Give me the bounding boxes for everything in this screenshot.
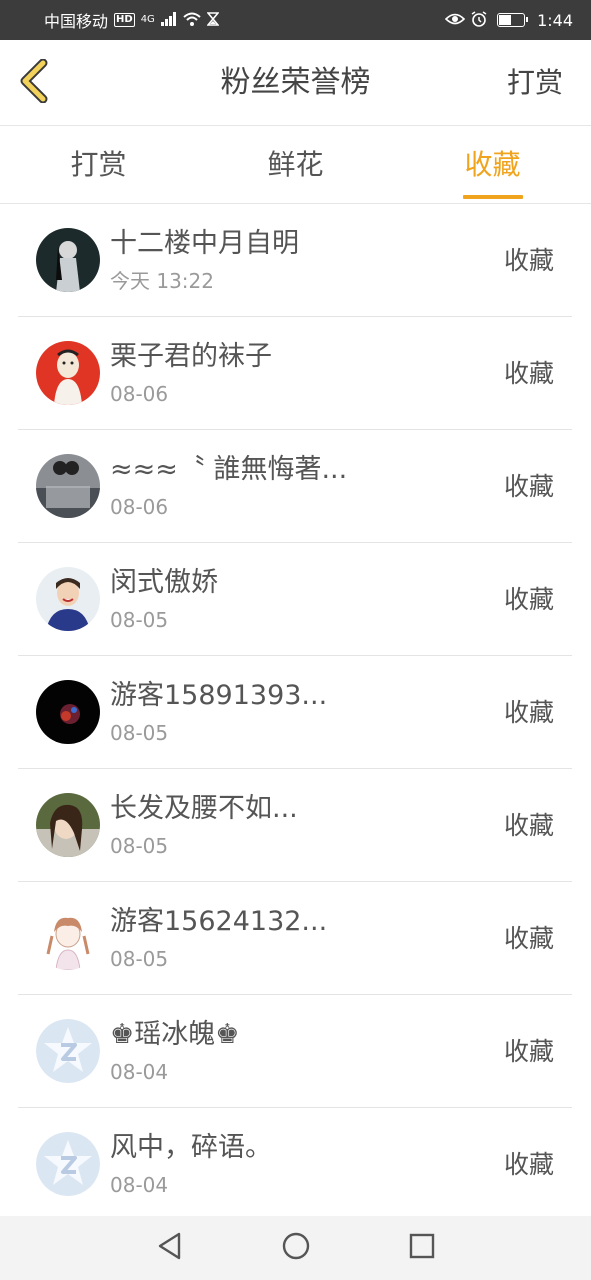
collect-label: 收藏 <box>503 924 554 953</box>
status-bar: 中国移动 HD 4G 1:44 <box>0 0 591 40</box>
list-item[interactable]: ♚瑶冰魄♚ 08-04 收藏 <box>18 995 572 1108</box>
fan-date: 08-06 <box>110 382 169 406</box>
avatar[interactable] <box>36 454 100 518</box>
chevron-left-icon <box>17 58 51 107</box>
fan-list: 十二楼中月自明 今天 13:22 收藏 栗子君的袜子 08-06 收藏 ≈≈≈〝… <box>18 204 572 1221</box>
system-recents-button[interactable] <box>359 1216 485 1280</box>
header: 粉丝荣誉榜 打赏 <box>0 40 591 126</box>
fan-date: 08-05 <box>110 608 169 632</box>
fan-date: 08-06 <box>110 495 169 519</box>
fan-date: 08-04 <box>110 1060 169 1084</box>
fan-name: 十二楼中月自明 <box>110 228 299 259</box>
carrier-label: 中国移动 <box>44 12 109 31</box>
list-item[interactable]: 游客15624132... 08-05 收藏 <box>18 882 572 995</box>
list-item[interactable]: 风中，碎语。 08-04 收藏 <box>18 1108 572 1221</box>
collect-label: 收藏 <box>503 698 554 727</box>
network-label: 4G <box>140 14 155 25</box>
active-tab-indicator <box>462 195 523 199</box>
fan-name: 长发及腰不如... <box>110 793 298 824</box>
collect-label: 收藏 <box>503 472 554 501</box>
avatar[interactable] <box>36 228 100 292</box>
fan-name: 闵式傲娇 <box>110 567 218 598</box>
list-item[interactable]: 游客15891393... 08-05 收藏 <box>18 656 572 769</box>
tab-label: 收藏 <box>464 148 521 181</box>
reward-button[interactable]: 打赏 <box>507 40 563 126</box>
fan-name: ≈≈≈〝 誰無悔著... <box>110 454 348 485</box>
fan-date: 08-05 <box>110 947 169 971</box>
clock-label: 1:44 <box>537 10 573 30</box>
collect-label: 收藏 <box>503 1150 554 1179</box>
avatar[interactable] <box>36 567 100 631</box>
collect-label: 收藏 <box>503 359 554 388</box>
fan-name: ♚瑶冰魄♚ <box>110 1019 240 1050</box>
hourglass-icon <box>206 11 220 29</box>
battery-icon <box>497 13 529 27</box>
avatar[interactable] <box>36 680 100 744</box>
eye-icon <box>444 12 466 29</box>
status-bar-right: 1:44 <box>444 10 573 30</box>
collect-label: 收藏 <box>503 811 554 840</box>
avatar[interactable] <box>36 341 100 405</box>
system-nav-bar <box>0 1216 591 1280</box>
collect-label: 收藏 <box>503 1037 554 1066</box>
tab-reward[interactable]: 打赏 <box>0 126 197 203</box>
system-home-button[interactable] <box>233 1216 359 1280</box>
fan-date: 08-04 <box>110 1173 169 1197</box>
fan-date: 08-05 <box>110 721 169 745</box>
tab-collect[interactable]: 收藏 <box>394 126 591 203</box>
tab-label: 打赏 <box>70 148 127 181</box>
back-button[interactable] <box>14 58 54 107</box>
list-item[interactable]: 闵式傲娇 08-05 收藏 <box>18 543 572 656</box>
fan-name: 游客15624132... <box>110 906 328 937</box>
fan-date: 08-05 <box>110 834 169 858</box>
avatar[interactable] <box>36 793 100 857</box>
tab-bar: 打赏 鲜花 收藏 <box>0 126 591 204</box>
fan-name: 栗子君的袜子 <box>110 341 272 372</box>
collect-label: 收藏 <box>503 585 554 614</box>
alarm-icon <box>471 10 487 30</box>
avatar[interactable] <box>36 1019 100 1083</box>
fan-date: 今天 13:22 <box>110 269 214 293</box>
avatar[interactable] <box>36 1132 100 1196</box>
fan-name: 游客15891393... <box>110 680 328 711</box>
list-item[interactable]: 十二楼中月自明 今天 13:22 收藏 <box>18 204 572 317</box>
signal-icon <box>160 11 177 29</box>
hd-badge: HD <box>114 13 135 27</box>
system-back-button[interactable] <box>107 1216 233 1280</box>
list-item[interactable]: 长发及腰不如... 08-05 收藏 <box>18 769 572 882</box>
fan-name: 风中，碎语。 <box>110 1132 272 1163</box>
back-triangle-icon <box>157 1232 183 1264</box>
tab-label: 鲜花 <box>267 148 324 181</box>
home-circle-icon <box>282 1232 310 1264</box>
page-title: 粉丝荣誉榜 <box>220 65 371 100</box>
status-bar-left: 中国移动 HD 4G <box>44 8 220 32</box>
list-item[interactable]: 栗子君的袜子 08-06 收藏 <box>18 317 572 430</box>
collect-label: 收藏 <box>503 246 554 275</box>
recents-square-icon <box>409 1233 435 1263</box>
list-item[interactable]: ≈≈≈〝 誰無悔著... 08-06 收藏 <box>18 430 572 543</box>
avatar[interactable] <box>36 906 100 970</box>
wifi-icon <box>183 12 201 29</box>
tab-flowers[interactable]: 鲜花 <box>197 126 394 203</box>
